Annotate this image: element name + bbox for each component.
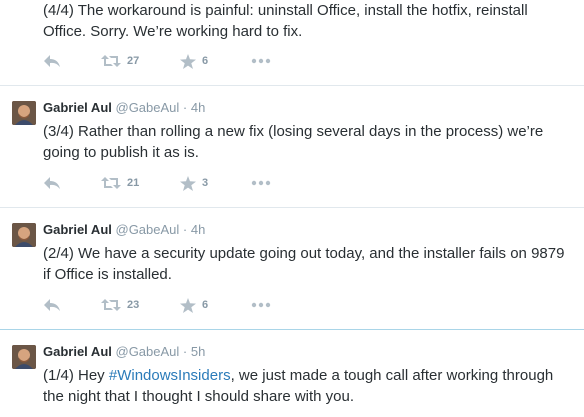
favorite-button[interactable]: 6: [180, 297, 208, 313]
tweet-text: (2/4) We have a security update going ou…: [43, 245, 565, 283]
more-button[interactable]: [251, 53, 271, 69]
retweet-button[interactable]: 23: [101, 297, 139, 313]
reply-icon: [44, 299, 60, 311]
retweet-button[interactable]: 21: [101, 175, 139, 191]
tweet-text: (4/4) The workaround is painful: uninsta…: [43, 2, 528, 40]
reply-icon: [44, 177, 60, 189]
separator: ·: [182, 344, 188, 359]
favorite-count: 3: [202, 177, 209, 189]
more-dots-icon: [251, 180, 271, 186]
reply-icon: [44, 55, 60, 67]
tweet[interactable]: Gabriel Aul @GabeAul · 5h (1/4) Hey #Win…: [0, 331, 584, 417]
tweet-text-start: (1/4) Hey: [43, 367, 109, 384]
author-handle[interactable]: @GabeAul: [116, 222, 180, 237]
author-name[interactable]: Gabriel Aul: [43, 100, 112, 115]
favorite-button[interactable]: 6: [180, 53, 208, 69]
author-name[interactable]: Gabriel Aul: [43, 344, 112, 359]
tweet-actions: 23 6: [43, 297, 343, 313]
author-handle[interactable]: @GabeAul: [116, 100, 180, 115]
favorite-button[interactable]: 3: [180, 175, 208, 191]
tweet-header: Gabriel Aul @GabeAul · 4h: [43, 100, 205, 115]
retweet-icon: [101, 299, 121, 311]
avatar[interactable]: [12, 345, 36, 369]
tweet-header: Gabriel Aul @GabeAul · 4h: [43, 222, 205, 237]
retweet-count: 23: [127, 299, 140, 311]
author-handle[interactable]: @GabeAul: [116, 344, 180, 359]
avatar[interactable]: [12, 223, 36, 247]
favorite-star-icon: [180, 297, 196, 313]
separator: ·: [182, 222, 188, 237]
timestamp[interactable]: 5h: [191, 344, 205, 359]
author-name[interactable]: Gabriel Aul: [43, 222, 112, 237]
timestamp[interactable]: 4h: [191, 222, 205, 237]
favorite-count: 6: [202, 299, 209, 311]
retweet-count: 27: [127, 55, 140, 67]
retweet-icon: [101, 55, 121, 67]
retweet-icon: [101, 177, 121, 189]
tweet[interactable]: (4/4) The workaround is painful: uninsta…: [0, 0, 584, 86]
favorite-star-icon: [180, 175, 196, 191]
reply-button[interactable]: [43, 297, 61, 313]
tweet-feed: (4/4) The workaround is painful: uninsta…: [0, 0, 584, 417]
more-button[interactable]: [251, 297, 271, 313]
hashtag-link[interactable]: #WindowsInsiders: [109, 367, 231, 384]
separator: ·: [182, 100, 188, 115]
avatar[interactable]: [12, 101, 36, 125]
tweet[interactable]: Gabriel Aul @GabeAul · 4h (2/4) We have …: [0, 209, 584, 330]
tweet[interactable]: Gabriel Aul @GabeAul · 4h (3/4) Rather t…: [0, 87, 584, 208]
retweet-button[interactable]: 27: [101, 53, 139, 69]
tweet-actions: 21 3: [43, 175, 343, 191]
tweet-text: (1/4) Hey #WindowsInsiders, we just made…: [43, 365, 573, 407]
timestamp[interactable]: 4h: [191, 100, 205, 115]
favorite-star-icon: [180, 53, 196, 69]
reply-button[interactable]: [43, 53, 61, 69]
tweet-actions: 27 6: [43, 53, 343, 69]
more-dots-icon: [251, 58, 271, 64]
favorite-count: 6: [202, 55, 209, 67]
tweet-text: (3/4) Rather than rolling a new fix (los…: [43, 123, 544, 161]
tweet-header: Gabriel Aul @GabeAul · 5h: [43, 344, 205, 359]
more-button[interactable]: [251, 175, 271, 191]
more-dots-icon: [251, 302, 271, 308]
retweet-count: 21: [127, 177, 140, 189]
reply-button[interactable]: [43, 175, 61, 191]
